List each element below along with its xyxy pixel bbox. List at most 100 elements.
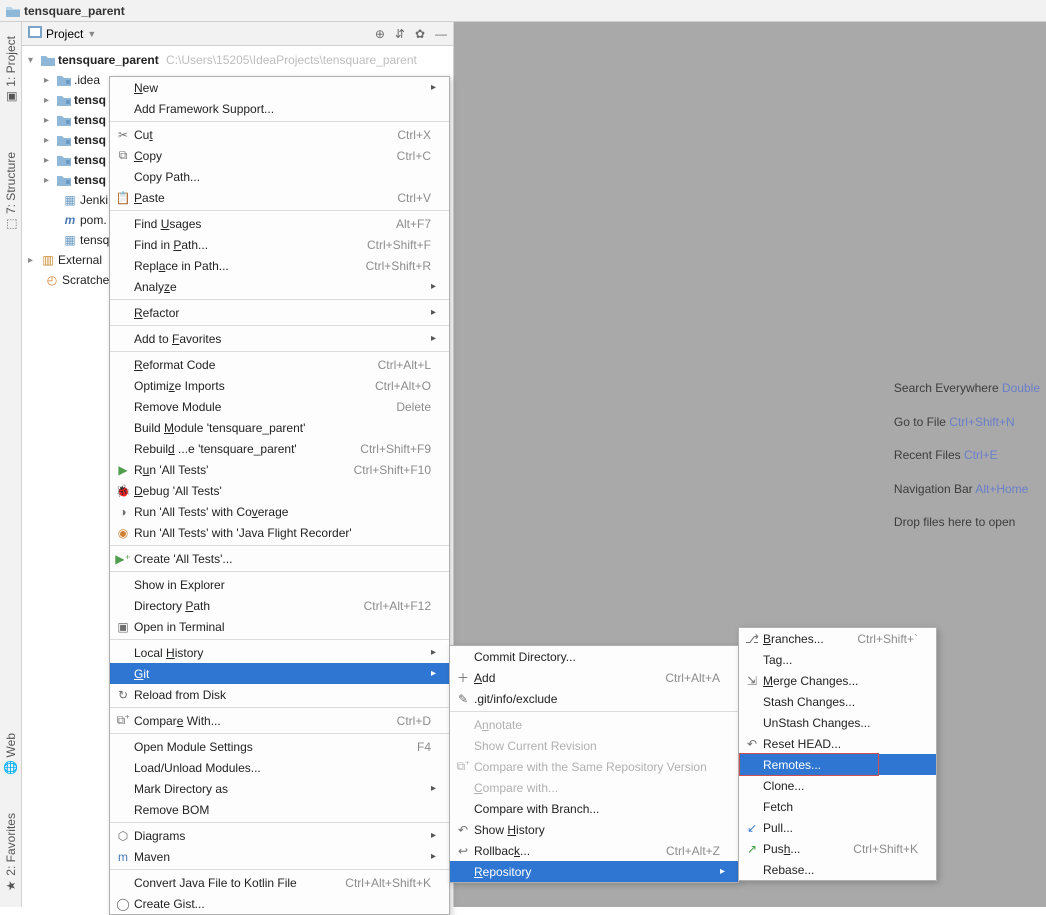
- menu-item-label: Show Current Revision: [472, 739, 720, 753]
- menu-item[interactable]: Commit Directory...: [450, 646, 738, 667]
- menu-item[interactable]: Reformat CodeCtrl+Alt+L: [110, 354, 449, 375]
- menu-item[interactable]: Show in Explorer: [110, 574, 449, 595]
- menu-item[interactable]: ⧉⁺Compare With...Ctrl+D: [110, 710, 449, 731]
- menu-item[interactable]: Refactor▸: [110, 302, 449, 323]
- chevron-down-icon[interactable]: ▾: [28, 55, 38, 66]
- menu-item-icon: ⬡: [114, 829, 132, 843]
- folder-icon: [56, 174, 72, 186]
- submenu-arrow-icon: ▸: [431, 82, 441, 93]
- menu-item[interactable]: Tag...: [739, 649, 936, 670]
- library-icon: ▥: [40, 253, 56, 267]
- menu-item[interactable]: Remove BOM: [110, 799, 449, 820]
- tree-root[interactable]: ▾ tensquare_parent C:\Users\15205\IdeaPr…: [26, 50, 453, 70]
- menu-item[interactable]: ⧉CopyCtrl+C: [110, 145, 449, 166]
- menu-item[interactable]: Stash Changes...: [739, 691, 936, 712]
- menu-item[interactable]: ✎.git/info/exclude: [450, 688, 738, 709]
- menu-item[interactable]: ◑Run 'All Tests' with Coverage: [110, 501, 449, 522]
- menu-item[interactable]: ⬡Diagrams▸: [110, 825, 449, 846]
- dropdown-icon[interactable]: ▼: [87, 29, 96, 39]
- menu-item-icon: 🐞: [114, 484, 132, 498]
- menu-item[interactable]: Git▸: [110, 663, 449, 684]
- menu-item-label: Local History: [132, 646, 431, 660]
- menu-item[interactable]: 🐞Debug 'All Tests': [110, 480, 449, 501]
- menu-item[interactable]: New▸: [110, 77, 449, 98]
- menu-item[interactable]: Remove ModuleDelete: [110, 396, 449, 417]
- menu-item[interactable]: ▣Open in Terminal: [110, 616, 449, 637]
- menu-item[interactable]: Copy Path...: [110, 166, 449, 187]
- menu-item[interactable]: ✂CutCtrl+X: [110, 124, 449, 145]
- tab-web[interactable]: 🌐Web: [2, 729, 20, 779]
- submenu-arrow-icon: ▸: [431, 281, 441, 292]
- context-menu-main[interactable]: New▸Add Framework Support... ✂CutCtrl+X⧉C…: [109, 76, 450, 915]
- menu-item[interactable]: ↩Rollback...Ctrl+Alt+Z: [450, 840, 738, 861]
- file-icon: ▦: [62, 233, 78, 247]
- chevron-right-icon[interactable]: ▸: [44, 135, 54, 146]
- menu-item[interactable]: Find in Path...Ctrl+Shift+F: [110, 234, 449, 255]
- menu-item[interactable]: ◯Create Gist...: [110, 893, 449, 914]
- menu-item[interactable]: Fetch: [739, 796, 936, 817]
- menu-separator: [110, 121, 449, 122]
- chevron-right-icon[interactable]: ▸: [44, 75, 54, 86]
- menu-item[interactable]: Local History▸: [110, 642, 449, 663]
- menu-item[interactable]: UnStash Changes...: [739, 712, 936, 733]
- menu-item[interactable]: Compare with Branch...: [450, 798, 738, 819]
- menu-item[interactable]: Rebuild ...e 'tensquare_parent'Ctrl+Shif…: [110, 438, 449, 459]
- menu-item[interactable]: Build Module 'tensquare_parent': [110, 417, 449, 438]
- menu-item[interactable]: Add Framework Support...: [110, 98, 449, 119]
- chevron-right-icon[interactable]: ▸: [44, 115, 54, 126]
- chevron-right-icon[interactable]: ▸: [44, 155, 54, 166]
- chevron-right-icon[interactable]: ▸: [28, 255, 38, 266]
- locate-icon[interactable]: ⊕: [375, 27, 385, 41]
- menu-item-shortcut: Ctrl+Shift+F: [347, 238, 431, 252]
- menu-item-label: Tag...: [761, 653, 918, 667]
- gear-icon[interactable]: ✿: [415, 27, 425, 41]
- menu-item: Annotate: [450, 714, 738, 735]
- menu-item[interactable]: Add to Favorites▸: [110, 328, 449, 349]
- menu-item[interactable]: 📋PasteCtrl+V: [110, 187, 449, 208]
- menu-item[interactable]: Replace in Path...Ctrl+Shift+R: [110, 255, 449, 276]
- menu-item[interactable]: Convert Java File to Kotlin FileCtrl+Alt…: [110, 872, 449, 893]
- tab-structure[interactable]: ⬚7: Structure: [2, 148, 20, 235]
- menu-item[interactable]: Remotes...: [739, 754, 936, 775]
- menu-item[interactable]: Open Module SettingsF4: [110, 736, 449, 757]
- context-menu-git[interactable]: Commit Directory...＋AddCtrl+Alt+A✎.git/i…: [449, 645, 739, 883]
- menu-item[interactable]: Find UsagesAlt+F7: [110, 213, 449, 234]
- menu-item[interactable]: ◉Run 'All Tests' with 'Java Flight Recor…: [110, 522, 449, 543]
- context-menu-repository[interactable]: ⎇Branches...Ctrl+Shift+` Tag... ⇲Merge Cha…: [738, 627, 937, 881]
- menu-item-label: Fetch: [761, 800, 918, 814]
- menu-item-icon: ⧉⁺: [114, 713, 132, 728]
- tab-project[interactable]: ▣1: Project: [2, 32, 20, 108]
- menu-item-label: Show in Explorer: [132, 578, 431, 592]
- menu-item[interactable]: Mark Directory as▸: [110, 778, 449, 799]
- menu-item[interactable]: ⇲Merge Changes...: [739, 670, 936, 691]
- menu-item-shortcut: Ctrl+D: [377, 714, 431, 728]
- hide-icon[interactable]: —: [435, 27, 447, 41]
- chevron-right-icon[interactable]: ▸: [44, 175, 54, 186]
- chevron-right-icon[interactable]: ▸: [44, 95, 54, 106]
- menu-item-label: Reload from Disk: [132, 688, 431, 702]
- menu-item[interactable]: ▶⁺Create 'All Tests'...: [110, 548, 449, 569]
- menu-item[interactable]: Rebase...: [739, 859, 936, 880]
- menu-item-icon: ↩: [454, 844, 472, 858]
- project-view-label[interactable]: Project: [46, 27, 83, 41]
- menu-item[interactable]: ↶Show History: [450, 819, 738, 840]
- menu-item[interactable]: Optimize ImportsCtrl+Alt+O: [110, 375, 449, 396]
- menu-item[interactable]: Clone...: [739, 775, 936, 796]
- menu-item[interactable]: ↙Pull...: [739, 817, 936, 838]
- menu-item[interactable]: Repository▸: [450, 861, 738, 882]
- menu-item[interactable]: ↻Reload from Disk: [110, 684, 449, 705]
- menu-item[interactable]: ↗Push...Ctrl+Shift+K: [739, 838, 936, 859]
- menu-item[interactable]: ▶Run 'All Tests'Ctrl+Shift+F10: [110, 459, 449, 480]
- menu-item-icon: ◉: [114, 526, 132, 540]
- collapse-icon[interactable]: ⇵: [395, 27, 405, 41]
- menu-item[interactable]: Analyze▸: [110, 276, 449, 297]
- menu-item[interactable]: Load/Unload Modules...: [110, 757, 449, 778]
- menu-item[interactable]: mMaven▸: [110, 846, 449, 867]
- menu-item[interactable]: ⎇Branches...Ctrl+Shift+`: [739, 628, 936, 649]
- menu-item[interactable]: ＋AddCtrl+Alt+A: [450, 667, 738, 688]
- menu-item-label: Load/Unload Modules...: [132, 761, 431, 775]
- menu-item[interactable]: ↶Reset HEAD...: [739, 733, 936, 754]
- menu-item-icon: ▶: [114, 463, 132, 477]
- menu-item[interactable]: Directory PathCtrl+Alt+F12: [110, 595, 449, 616]
- tab-favorites[interactable]: ★2: Favorites: [2, 809, 20, 897]
